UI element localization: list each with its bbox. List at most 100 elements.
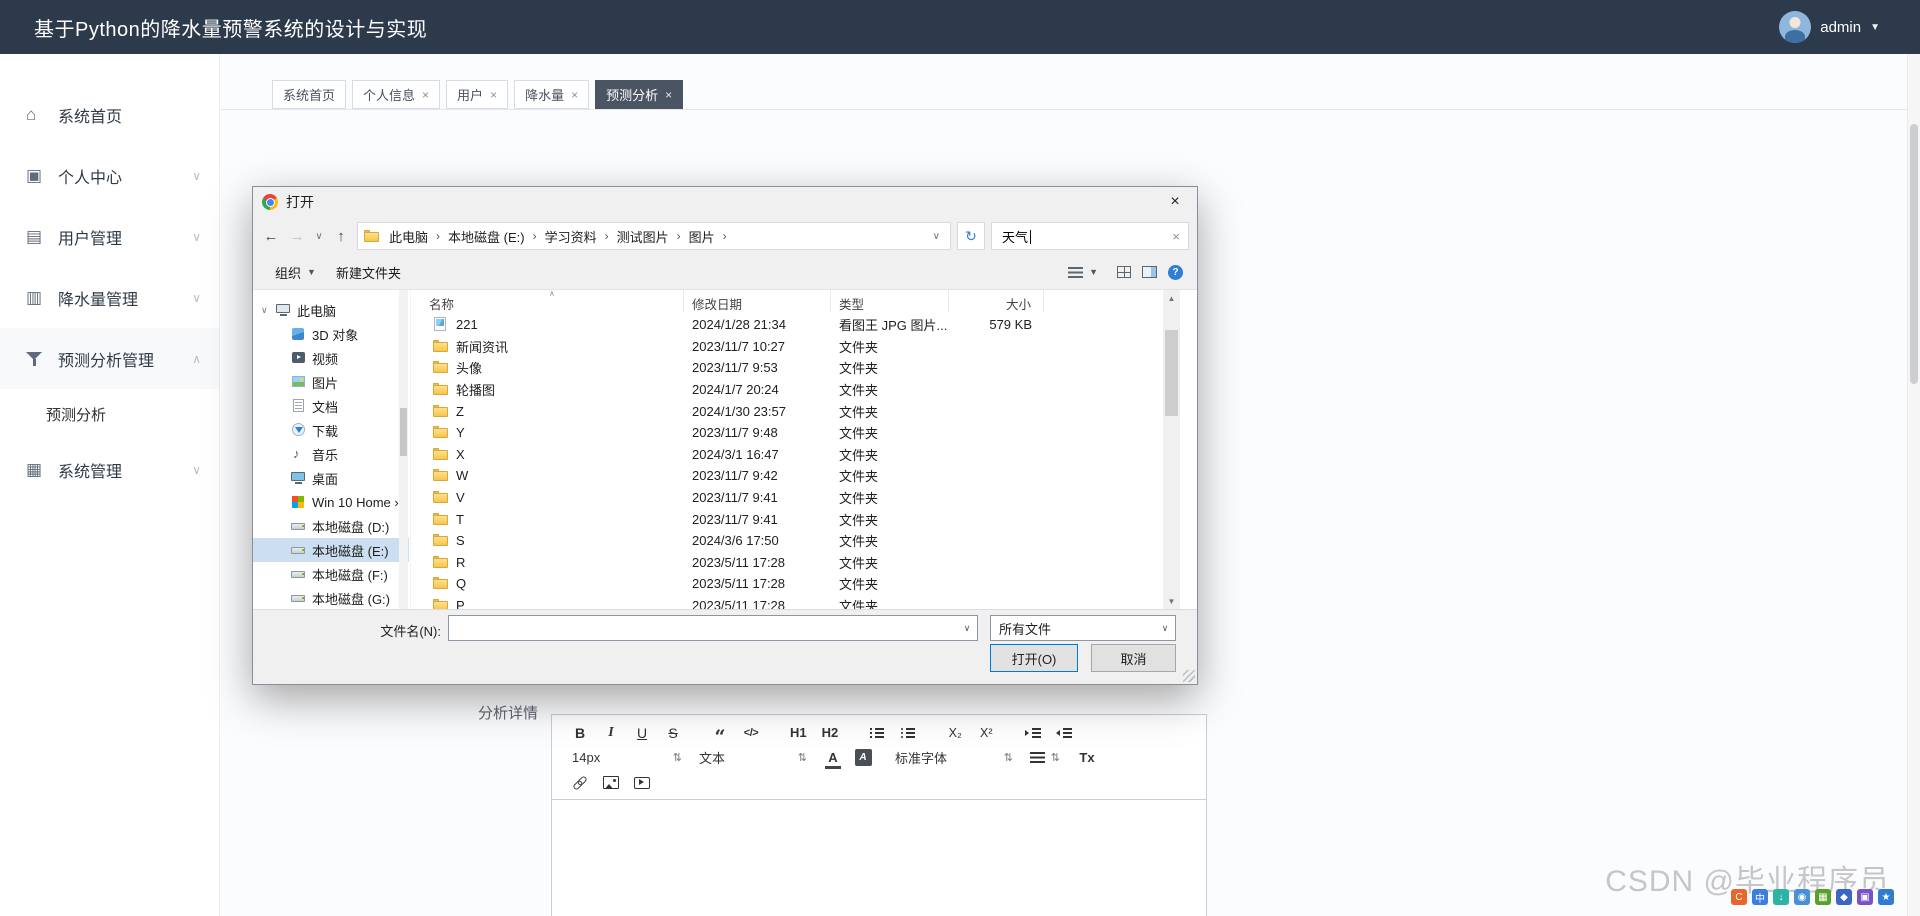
view-mode-button[interactable]: ▼ [1060,264,1106,281]
preview-pane-icon[interactable] [1142,266,1157,278]
insert-video-button[interactable] [634,772,650,793]
list-scrollbar[interactable]: ▲ ▼ [1163,290,1180,609]
close-icon[interactable]: × [490,88,497,102]
bold-button[interactable]: B [572,722,588,743]
blockquote-button[interactable]: “ [712,718,728,748]
file-type-select[interactable]: 所有文件 ∨ [990,615,1176,641]
tree-item-desktop[interactable]: 桌面 [253,466,409,490]
breadcrumb[interactable]: 此电脑 › 本地磁盘 (E:) › 学习资料 › 测试图片 › 图片 › ∨ [357,222,951,250]
user-menu[interactable]: admin ▼ [1779,11,1880,43]
font-color-button[interactable]: A [824,747,842,769]
clear-format-button[interactable]: Tx [1079,747,1095,768]
column-header-size[interactable]: 大小 [949,290,1044,312]
file-row[interactable]: W 2023/11/7 9:42 文件夹 [411,465,1180,487]
sidebar-item-system[interactable]: ▦ 系统管理 ∨ [0,439,219,500]
file-row[interactable]: Y 2023/11/7 9:48 文件夹 [411,422,1180,444]
file-row[interactable]: 头像 2023/11/7 9:53 文件夹 [411,357,1180,379]
file-row[interactable]: 轮播图 2024/1/7 20:24 文件夹 [411,379,1180,401]
file-row[interactable]: V 2023/11/7 9:41 文件夹 [411,487,1180,509]
back-icon[interactable]: ← [261,228,281,245]
help-icon[interactable]: ? [1168,264,1183,280]
avatar[interactable] [1779,11,1812,43]
breadcrumb-segment[interactable]: 此电脑 [383,227,434,246]
csdn-logo-icon[interactable]: C [1731,889,1747,905]
breadcrumb-segment[interactable]: 图片 [683,227,721,246]
page-scrollbar[interactable] [1907,54,1920,916]
tree-item-music[interactable]: 音乐 [253,442,409,466]
column-header-type[interactable]: 类型 [831,290,949,312]
tab-users[interactable]: 用户 × [446,80,509,109]
address-dropdown-icon[interactable]: ∨ [929,231,944,242]
scroll-up-icon[interactable]: ▲ [1163,290,1180,306]
sidebar-item-users[interactable]: ▤ 用户管理 ∨ [0,206,219,267]
sidebar-item-rainfall[interactable]: ▥ 降水量管理 ∨ [0,267,219,328]
file-row[interactable]: P 2023/5/11 17:28 文件夹 [411,595,1180,609]
organize-button[interactable]: 组织 ▼ [267,260,324,285]
italic-button[interactable]: I [603,722,619,743]
record-icon[interactable]: ◉ [1794,889,1810,905]
thumbnail-view-icon[interactable] [1117,266,1131,278]
open-button[interactable]: 打开(O) [990,644,1078,672]
bookmark-icon[interactable]: ◆ [1836,889,1852,905]
column-header-date[interactable]: 修改日期 [684,290,831,312]
sidebar-item-profile[interactable]: ▣ 个人中心 ∨ [0,145,219,206]
breadcrumb-segment[interactable]: 测试图片 [611,227,675,246]
tab-forecast-analysis[interactable]: 预测分析 × [595,80,684,109]
close-icon[interactable]: × [422,88,429,102]
close-icon[interactable]: × [571,88,578,102]
tree-item-drive-f[interactable]: 本地磁盘 (F:) [253,562,409,586]
tree-item-documents[interactable]: 文档 [253,394,409,418]
editor-content-area[interactable] [551,800,1207,916]
file-row[interactable]: Q 2023/5/11 17:28 文件夹 [411,573,1180,595]
sidebar-item-home[interactable]: ⌂ 系统首页 [0,84,219,145]
tree-item-drive-d[interactable]: 本地磁盘 (D:) [253,514,409,538]
tree-item-win10-home[interactable]: Win 10 Home › [253,490,409,514]
expander-icon[interactable]: ∨ [261,305,276,316]
up-icon[interactable]: ↑ [331,228,351,245]
highlight-color-button[interactable]: A [854,747,872,769]
outdent-button[interactable] [1056,722,1073,743]
search-clear-icon[interactable]: × [1172,229,1180,244]
list-scrollbar-thumb[interactable] [1165,330,1178,416]
text-type-select[interactable]: 文本 ⇅ [699,747,807,769]
page-scrollbar-thumb[interactable] [1910,124,1918,384]
tree-item-videos[interactable]: 视频 [253,346,409,370]
file-row[interactable]: 新闻资讯 2023/11/7 10:27 文件夹 [411,336,1180,358]
insert-link-button[interactable] [572,772,588,793]
tab-home[interactable]: 系统首页 [272,80,347,109]
forward-icon[interactable]: → [287,228,307,245]
history-dropdown-icon[interactable]: ∨ [313,231,325,242]
file-row[interactable]: R 2023/5/11 17:28 文件夹 [411,552,1180,574]
column-header-name[interactable]: 名称 ∧ [411,290,684,312]
strikethrough-button[interactable]: S [665,722,681,743]
resize-grip[interactable] [1183,670,1195,682]
cancel-button[interactable]: 取消 [1091,644,1176,672]
search-input[interactable] [1000,227,1173,245]
file-row[interactable]: S 2024/3/6 17:50 文件夹 [411,530,1180,552]
file-row[interactable]: 221 2024/1/28 21:34 看图王 JPG 图片... 579 KB [411,314,1180,336]
tree-item-drive-g[interactable]: 本地磁盘 (G:) [253,586,409,609]
insert-image-button[interactable] [603,772,619,793]
heading2-button[interactable]: H2 [822,722,839,743]
unordered-list-button[interactable] [900,722,916,743]
sidebar-item-forecast[interactable]: 预测分析管理 ∧ [0,328,219,389]
file-row[interactable]: X 2024/3/1 16:47 文件夹 [411,444,1180,466]
tree-item-this-pc[interactable]: ∨ 此电脑 [253,298,409,322]
breadcrumb-segment[interactable]: 本地磁盘 (E:) [442,227,531,246]
font-size-select[interactable]: 14px ⇅ [572,747,682,769]
font-family-select[interactable]: 标准字体 ⇅ [895,747,1013,769]
tree-item-3d-objects[interactable]: 3D 对象 [253,322,409,346]
filename-input[interactable] [449,616,957,640]
download-icon[interactable]: ↓ [1773,889,1789,905]
sidebar-subitem-forecast-analysis[interactable]: 预测分析 [0,389,219,439]
tree-scrollbar[interactable] [399,290,408,609]
tree-item-drive-e[interactable]: 本地磁盘 (E:) [253,538,409,562]
indent-button[interactable] [1025,722,1042,743]
close-icon[interactable]: × [665,88,672,102]
heading1-button[interactable]: H1 [790,722,807,743]
tree-scrollbar-thumb[interactable] [400,408,407,456]
tree-item-pictures[interactable]: 图片 [253,370,409,394]
tree-item-downloads[interactable]: 下载 [253,418,409,442]
dialog-close-button[interactable]: × [1153,187,1197,217]
combo-dropdown-icon[interactable]: ∨ [957,623,977,634]
